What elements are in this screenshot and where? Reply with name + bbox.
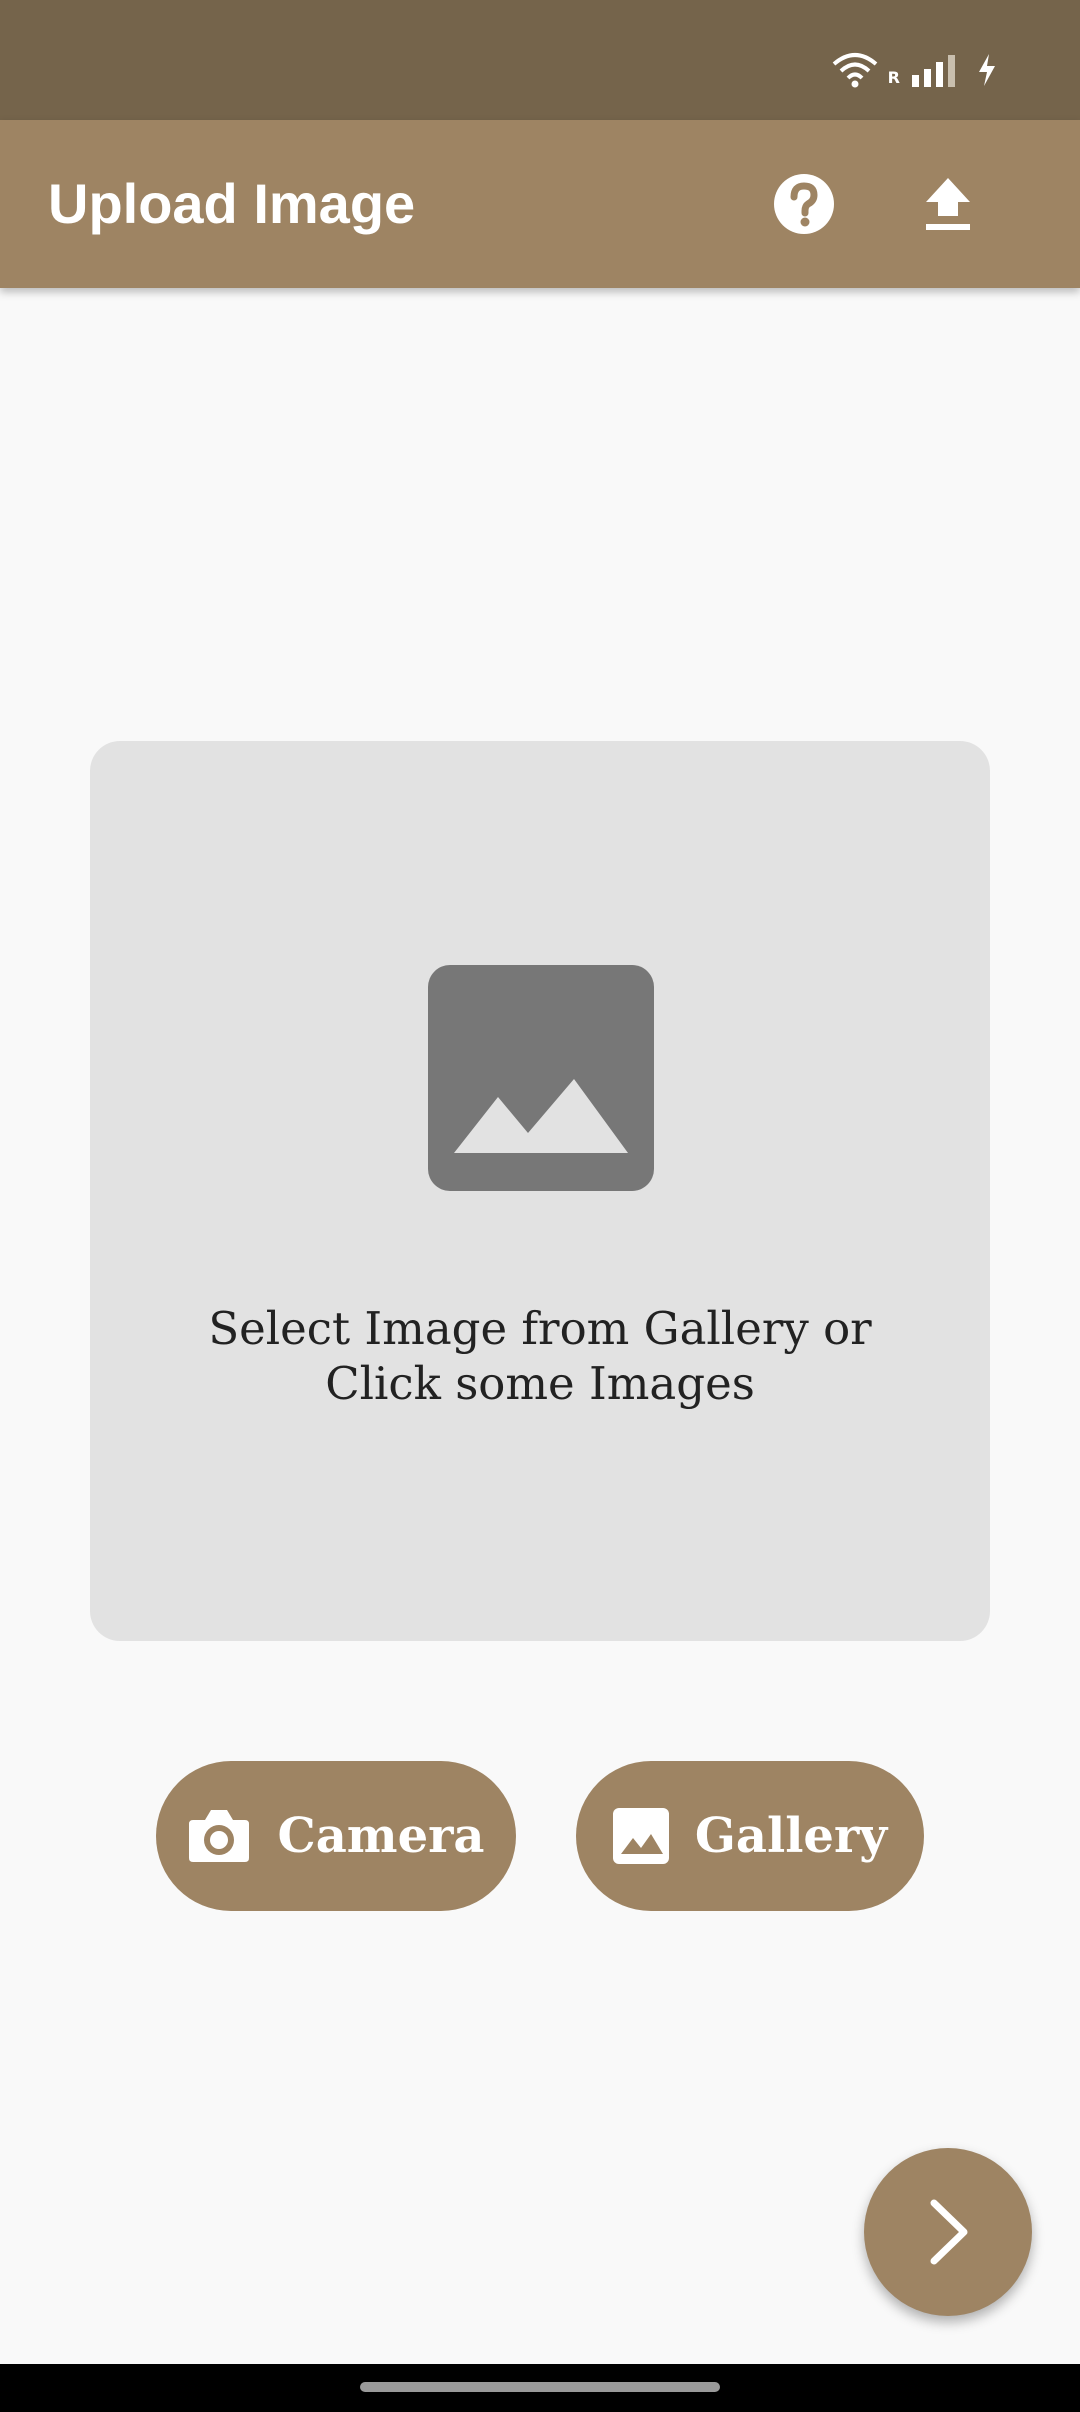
- app-bar: Upload Image: [0, 120, 1080, 288]
- image-icon: [428, 965, 654, 1191]
- battery-charging-icon: [979, 54, 995, 86]
- signal-icon: [912, 55, 955, 87]
- gallery-button[interactable]: Gallery: [576, 1761, 924, 1911]
- system-nav-bar: [0, 2364, 1080, 2412]
- image-preview-card[interactable]: Select Image from Gallery or Click some …: [90, 741, 990, 1641]
- page-title: Upload Image: [48, 172, 416, 235]
- gallery-button-label: Gallery: [694, 1808, 888, 1864]
- image-icon: [612, 1808, 669, 1864]
- wifi-icon: [832, 53, 877, 88]
- camera-button[interactable]: Camera: [156, 1761, 516, 1911]
- status-icons: R: [832, 50, 998, 90]
- camera-icon: [189, 1810, 250, 1862]
- roaming-label: R: [887, 67, 900, 87]
- placeholder-text: Select Image from Gallery or Click some …: [208, 1302, 872, 1410]
- help-circle-icon: [774, 174, 834, 234]
- next-fab-button[interactable]: [864, 2148, 1032, 2316]
- status-bar: R: [0, 0, 1080, 120]
- upload-icon: [926, 178, 970, 230]
- chevron-right-icon: [930, 2199, 968, 2265]
- help-button[interactable]: [764, 164, 844, 244]
- camera-button-label: Camera: [277, 1808, 485, 1864]
- home-indicator[interactable]: [360, 2382, 720, 2392]
- upload-button[interactable]: [908, 164, 988, 244]
